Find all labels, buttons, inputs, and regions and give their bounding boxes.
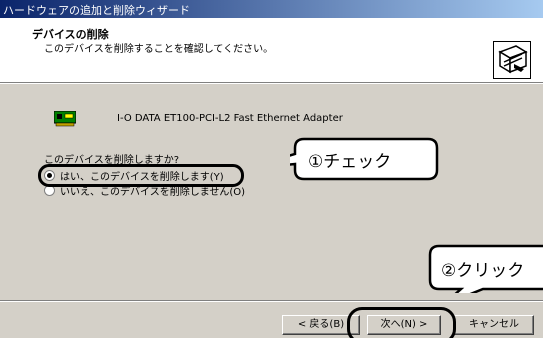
callout-click-text: ②クリック bbox=[441, 261, 525, 281]
window-title: ハードウェアの追加と削除ウィザード bbox=[3, 4, 190, 17]
callout-check: ①チェック bbox=[290, 136, 440, 182]
title-bar: ハードウェアの追加と削除ウィザード bbox=[0, 0, 543, 18]
button-separator-highlight bbox=[0, 301, 543, 302]
wizard-window: ハードウェアの追加と削除ウィザード デバイスの削除 このデバイスを削除することを… bbox=[0, 0, 543, 338]
callout-click: ②クリック bbox=[425, 243, 543, 293]
divider bbox=[0, 83, 543, 84]
hardware-wizard-icon bbox=[493, 41, 531, 79]
highlight-ring-option bbox=[38, 164, 244, 187]
header-subtitle: このデバイスを削除することを確認してください。 bbox=[44, 44, 274, 55]
cancel-button[interactable]: キャンセル bbox=[454, 315, 534, 335]
callout-check-text: ①チェック bbox=[308, 152, 392, 172]
wizard-header: デバイスの削除 このデバイスを削除することを確認してください。 bbox=[0, 18, 543, 83]
highlight-ring-next bbox=[347, 307, 456, 338]
network-card-icon bbox=[53, 110, 77, 127]
device-name: I-O DATA ET100-PCI-L2 Fast Ethernet Adap… bbox=[117, 113, 343, 124]
